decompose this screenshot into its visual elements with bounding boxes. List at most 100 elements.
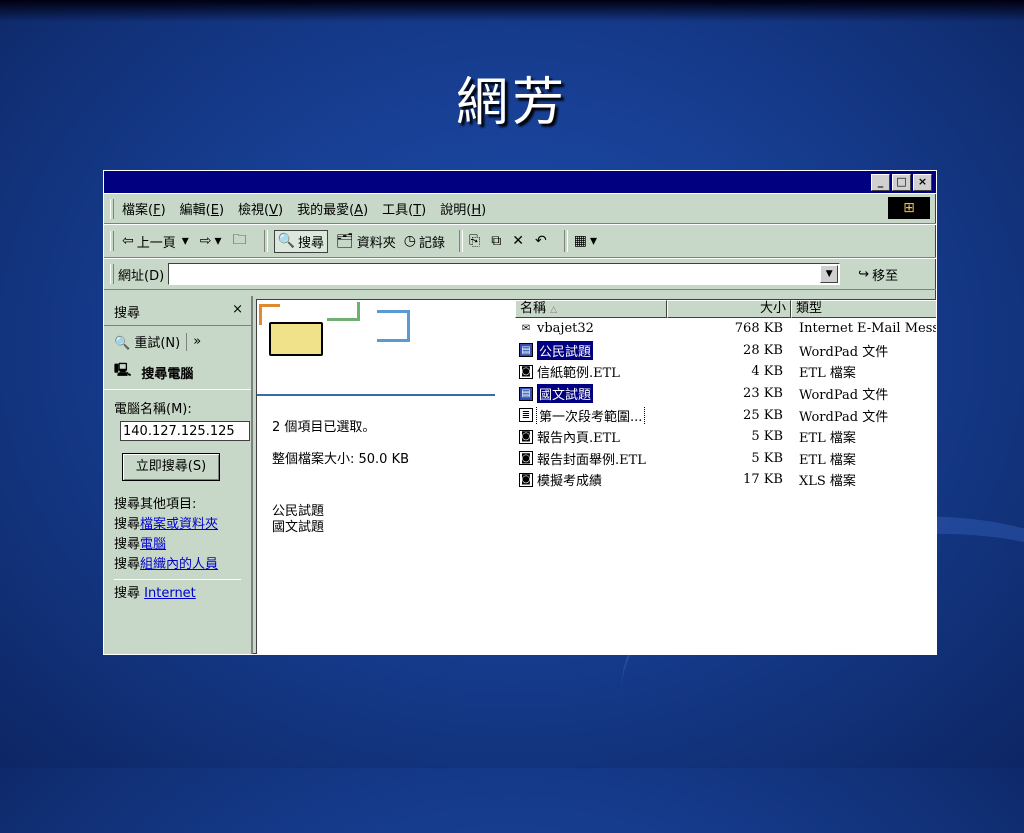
move-to-button[interactable]: ⎘	[469, 233, 483, 249]
column-name-label: 名稱	[520, 301, 547, 316]
menu-file[interactable]: 檔案(F)	[122, 199, 166, 218]
content-pane: 2 個項目已選取。 整個檔案大小: 50.0 KB 公民試題 國文試題 名稱 △…	[256, 299, 937, 654]
search-panel-close-button[interactable]: ×	[232, 302, 243, 321]
address-dropdown-button[interactable]: ▼	[820, 265, 839, 283]
file-name: 報告封面舉例.ETL	[537, 452, 646, 468]
file-size-cell: 25 KB	[743, 407, 783, 423]
wordpad-icon: ▤	[519, 386, 533, 401]
back-button[interactable]: ⇦ 上一頁 ▾	[122, 232, 192, 251]
table-row[interactable]: ≣ 第一次段考範圍... 25 KB WordPad 文件	[515, 404, 936, 426]
window-titlebar[interactable]: _ □ ×	[104, 171, 936, 193]
search-computer-label: 搜尋電腦	[141, 366, 194, 382]
history-label: 記錄	[419, 235, 446, 251]
sort-ascending-icon: △	[550, 305, 558, 315]
search-now-button[interactable]: 立即搜尋(S)	[122, 453, 220, 481]
file-name: 報告內頁.ETL	[537, 431, 620, 447]
forward-arrow-icon: ⇨	[199, 233, 212, 249]
forward-button[interactable]: ⇨ ▾	[200, 233, 225, 249]
search-internet-link[interactable]: Internet	[144, 586, 196, 601]
file-size-cell: 17 KB	[743, 472, 783, 488]
file-name-cell: ◙ 模擬考成績	[515, 470, 667, 489]
toolbar-grip[interactable]	[110, 231, 114, 251]
file-size-cell: 768 KB	[734, 321, 783, 337]
column-header-name[interactable]: 名稱 △	[515, 300, 667, 318]
table-row[interactable]: ◙ 報告內頁.ETL 5 KB ETL 檔案	[515, 426, 936, 448]
file-type-cell: WordPad 文件	[799, 409, 889, 425]
file-name-cell: ▤ 公民試題	[515, 340, 667, 360]
addressbar-grip[interactable]	[110, 264, 114, 284]
delete-button[interactable]: ✕	[512, 233, 527, 249]
info-banner	[257, 300, 495, 396]
file-type-cell: XLS 檔案	[799, 474, 856, 490]
etl-icon: ◙	[519, 472, 533, 487]
column-header-type[interactable]: 類型	[791, 300, 936, 318]
undo-button[interactable]: ↶	[535, 233, 550, 249]
file-name-cell: ▤ 國文試題	[515, 384, 667, 404]
standard-toolbar: ⇦ 上一頁 ▾ ⇨ ▾ 🗀 🔍 搜尋 🗂 資料夾 ◷ 記錄 ⎘ ⧉ ✕ ↶ ▦ ▾	[104, 224, 936, 258]
close-button[interactable]: ×	[913, 174, 932, 191]
menu-tools[interactable]: 工具(T)	[382, 199, 426, 218]
search-panel-title: 搜尋	[114, 306, 141, 321]
wordpad-icon: ▤	[519, 343, 533, 358]
go-button[interactable]: ↪ 移至	[858, 265, 898, 284]
maximize-button[interactable]: □	[892, 174, 911, 191]
more-button[interactable]: »	[193, 334, 201, 349]
address-input[interactable]	[168, 263, 841, 285]
search-label: 搜尋	[297, 235, 324, 251]
menu-favorites[interactable]: 我的最愛(A)	[297, 199, 368, 218]
table-row[interactable]: ✉ vbajet32 768 KB Internet E-Mail Mess...	[515, 318, 937, 340]
delete-x-icon: ✕	[512, 233, 524, 249]
table-row[interactable]: ▤ 國文試題 23 KB WordPad 文件	[515, 383, 936, 405]
retry-search-icon: 🔍	[114, 336, 131, 351]
mail-icon: ✉	[519, 321, 533, 336]
history-button[interactable]: ◷ 記錄	[404, 232, 445, 251]
banner-frame-decoration	[377, 310, 410, 342]
menu-edit[interactable]: 編輯(E)	[180, 199, 224, 218]
table-row[interactable]: ◙ 信紙範例.ETL 4 KB ETL 檔案	[515, 361, 936, 383]
file-type-cell: WordPad 文件	[799, 388, 889, 404]
total-size-text: 整個檔案大小: 50.0 KB	[272, 452, 410, 467]
file-name: 模擬考成績	[537, 474, 603, 490]
search-files-link[interactable]: 檔案或資料夾	[140, 517, 218, 532]
copy-to-button[interactable]: ⧉	[491, 233, 504, 249]
menu-help[interactable]: 說明(H)	[440, 199, 486, 218]
search-other-heading: 搜尋其他項目:	[114, 497, 197, 512]
search-computers-link[interactable]: 電腦	[140, 537, 166, 552]
file-name-cell: ◙ 報告封面舉例.ETL	[515, 449, 667, 468]
retry-button[interactable]: 🔍 重試(N)	[114, 332, 180, 351]
views-grid-icon: ▦	[573, 233, 587, 249]
up-folder-button[interactable]: 🗀	[233, 229, 250, 253]
info-panel: 2 個項目已選取。 整個檔案大小: 50.0 KB 公民試題 國文試題	[257, 300, 495, 654]
column-header-size[interactable]: 大小	[667, 300, 791, 318]
banner-frame-decoration	[327, 302, 360, 321]
search-computers-row: 搜尋電腦	[114, 535, 241, 555]
toolbar-separator	[563, 230, 568, 252]
file-name-cell: ◙ 報告內頁.ETL	[515, 427, 667, 446]
menu-view[interactable]: 檢視(V)	[238, 199, 283, 218]
computer-name-input[interactable]: 140.127.125.125	[120, 421, 250, 441]
table-row[interactable]: ◙ 報告封面舉例.ETL 5 KB ETL 檔案	[515, 448, 936, 470]
minimize-button[interactable]: _	[871, 174, 890, 191]
search-people-link[interactable]: 組織內的人員	[140, 557, 218, 572]
history-icon: ◷	[403, 233, 417, 249]
divider	[114, 579, 241, 580]
file-name-cell: ✉ vbajet32	[515, 321, 667, 336]
folders-button[interactable]: 🗂 資料夾	[336, 232, 396, 251]
views-button[interactable]: ▦ ▾	[574, 233, 600, 249]
file-type-cell: ETL 檔案	[799, 431, 856, 447]
search-prefix: 搜尋	[114, 517, 141, 532]
document-icon: ≣	[519, 408, 533, 423]
file-type-cell: Internet E-Mail Mess...	[799, 321, 937, 337]
search-people-row: 搜尋組織內的人員	[114, 555, 241, 575]
folders-label: 資料夾	[356, 235, 396, 251]
file-name: 公民試題	[537, 340, 594, 360]
search-other-section: 搜尋其他項目: 搜尋檔案或資料夾 搜尋電腦 搜尋組織內的人員 搜尋 Intern…	[104, 481, 251, 604]
go-label: 移至	[872, 268, 899, 284]
search-button[interactable]: 🔍 搜尋	[273, 229, 328, 253]
file-name-cell: ≣ 第一次段考範圍...	[515, 405, 667, 425]
table-row[interactable]: ▤ 公民試題 28 KB WordPad 文件	[515, 340, 936, 362]
search-panel-toolbar: 🔍 重試(N) »	[104, 326, 251, 355]
menubar-grip[interactable]	[110, 198, 114, 219]
table-row[interactable]: ◙ 模擬考成績 17 KB XLS 檔案	[515, 469, 936, 491]
move-to-icon: ⎘	[469, 233, 481, 249]
